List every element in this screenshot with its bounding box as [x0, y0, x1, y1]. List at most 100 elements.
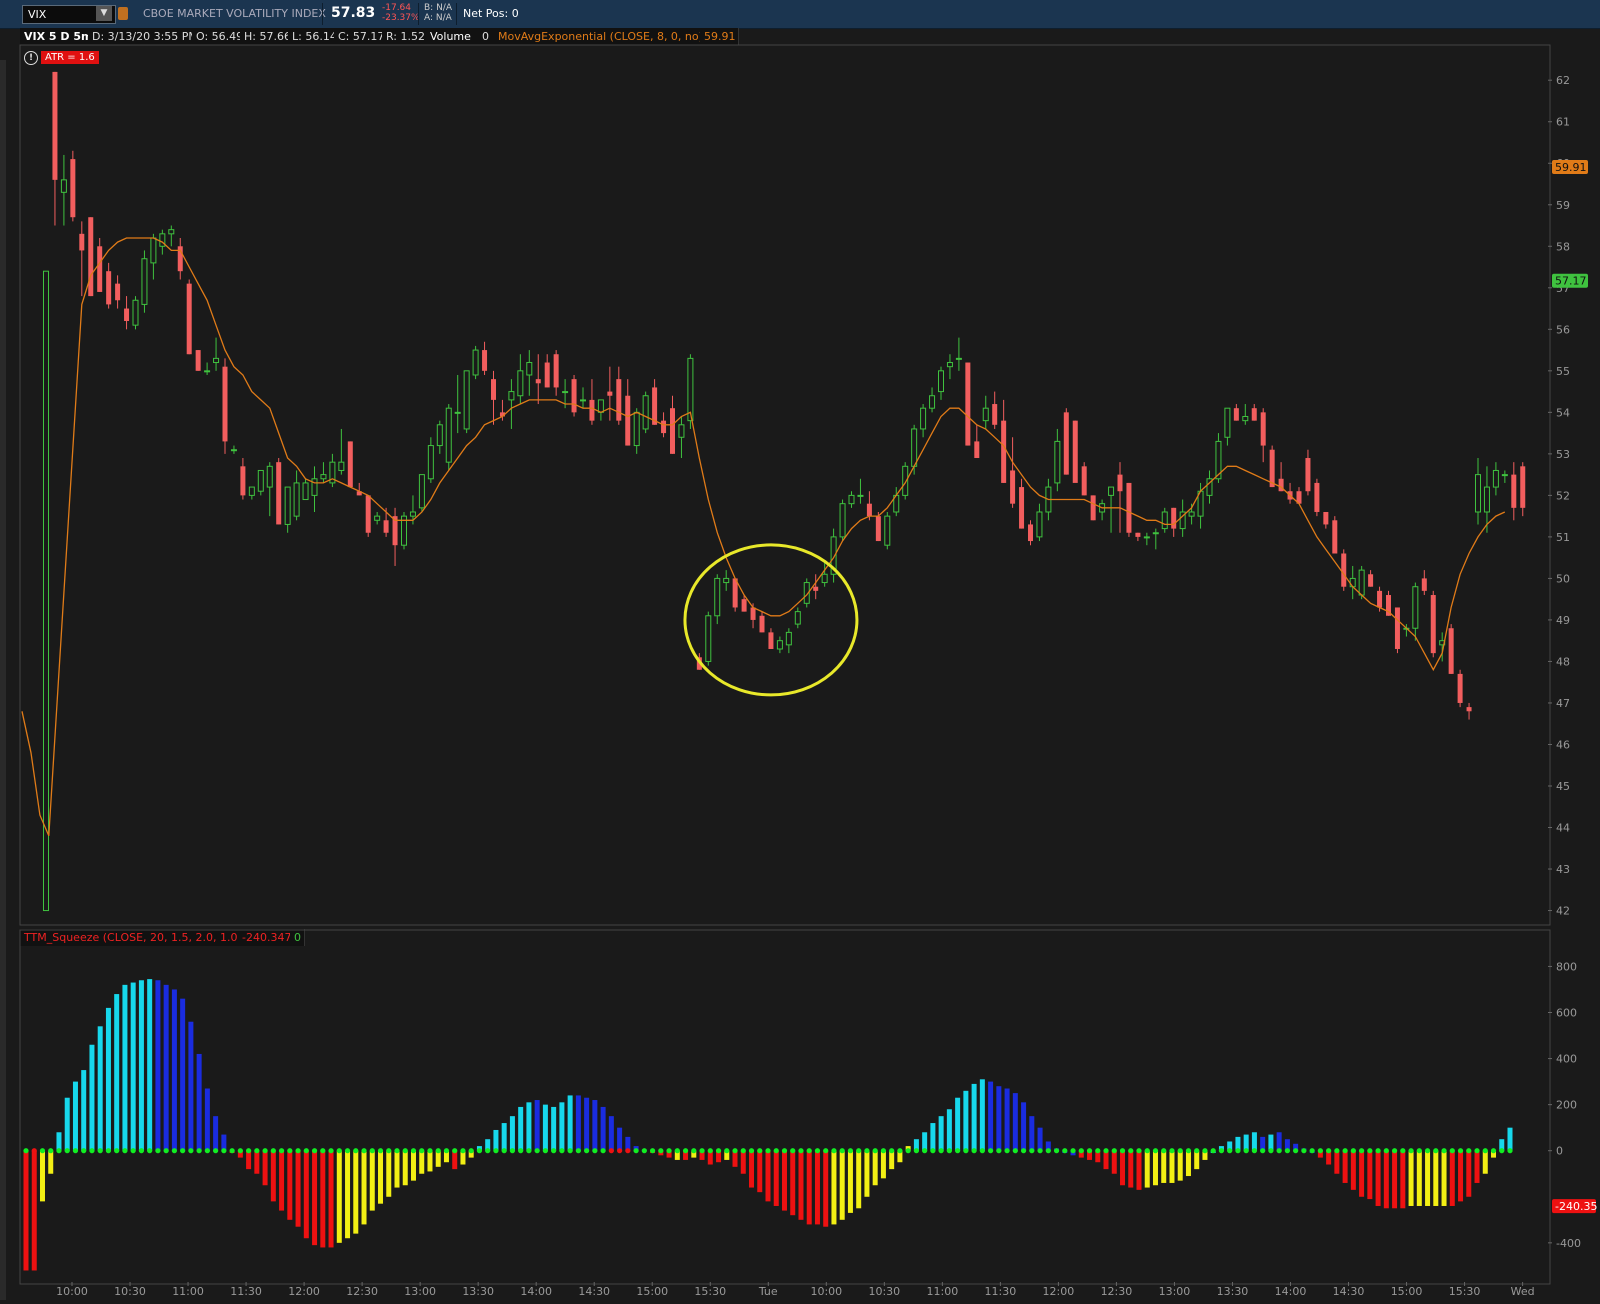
- squeeze-dot: [988, 1148, 994, 1154]
- candle-body: [454, 411, 461, 414]
- ttm-histogram-bar: [938, 1116, 944, 1151]
- squeeze-dot: [1416, 1148, 1422, 1154]
- candle-body: [248, 486, 255, 496]
- candle-body: [857, 494, 864, 497]
- squeeze-dot: [1185, 1148, 1192, 1154]
- ttm-histogram-bar: [1128, 1150, 1134, 1188]
- candle-body: [132, 299, 139, 326]
- ttm-histogram-bar: [971, 1083, 977, 1151]
- squeeze-dot: [518, 1148, 524, 1154]
- squeeze-dot: [501, 1148, 507, 1154]
- squeeze-dot: [344, 1148, 351, 1154]
- squeeze-dot: [48, 1148, 54, 1154]
- candle-body: [1152, 532, 1159, 535]
- x-axis-label: 15:00: [1391, 1285, 1423, 1298]
- candle-body: [1332, 520, 1338, 554]
- ttm-histogram-bar: [806, 1150, 812, 1225]
- squeeze-dot: [790, 1148, 796, 1154]
- candle-body: [848, 494, 855, 505]
- x-axis-label: 12:00: [1043, 1285, 1075, 1298]
- squeeze-dot: [452, 1148, 458, 1154]
- ttm-histogram-bar: [270, 1150, 276, 1202]
- squeeze-dot: [1103, 1148, 1109, 1154]
- candle-body: [776, 640, 783, 650]
- ttm-histogram-bar: [452, 1150, 458, 1170]
- squeeze-dot: [81, 1148, 87, 1154]
- squeeze-dot: [1383, 1148, 1389, 1154]
- ttm-histogram-bar: [1507, 1127, 1513, 1151]
- squeeze-dot: [1029, 1148, 1035, 1154]
- squeeze-dot: [229, 1148, 235, 1154]
- ttm-histogram-bar: [246, 1150, 252, 1170]
- x-axis-label: 15:30: [694, 1285, 726, 1298]
- candle-body: [911, 428, 918, 467]
- x-axis-label: 10:30: [114, 1285, 146, 1298]
- ttm-histogram-bar: [39, 1150, 45, 1202]
- price-ytick-label: 61: [1556, 116, 1570, 129]
- squeeze-dot: [872, 1148, 878, 1154]
- ttm-histogram-bar: [749, 1150, 755, 1188]
- ttm-histogram-bar: [1004, 1088, 1010, 1151]
- squeeze-dot: [1334, 1148, 1340, 1154]
- price-ytick-label: 53: [1556, 448, 1570, 461]
- candle-body: [445, 407, 452, 463]
- squeeze-dot: [1086, 1148, 1093, 1154]
- candle-body: [813, 586, 819, 591]
- x-axis-label: 11:00: [172, 1285, 204, 1298]
- candle-body: [43, 270, 49, 912]
- squeeze-dot: [1433, 1148, 1439, 1154]
- candle-body: [768, 632, 774, 649]
- ttm-histogram-bar: [1251, 1132, 1257, 1151]
- squeeze-dot: [1408, 1148, 1414, 1154]
- ttm-histogram-bar: [1400, 1150, 1406, 1209]
- squeeze-dot: [1210, 1148, 1216, 1154]
- squeeze-dot: [1424, 1148, 1431, 1154]
- price-frame-border: [19, 44, 1551, 926]
- candle-body: [1430, 595, 1436, 654]
- ttm-histogram-bar: [996, 1086, 1002, 1151]
- ttm-histogram-bar: [1449, 1150, 1455, 1206]
- squeeze-dot: [485, 1148, 491, 1154]
- ttm-histogram-bar: [1474, 1150, 1480, 1183]
- squeeze-dot: [163, 1148, 169, 1154]
- ttm-histogram-bar: [188, 1021, 194, 1151]
- squeeze-dot: [542, 1148, 549, 1154]
- squeeze-dot: [1144, 1148, 1150, 1154]
- ttm-histogram-bar: [171, 989, 177, 1151]
- squeeze-dot: [72, 1148, 79, 1154]
- ttm-histogram-bar: [1416, 1150, 1422, 1206]
- candle-body: [1126, 482, 1132, 533]
- ema-line: [21, 237, 1506, 837]
- ttm-histogram-bar: [262, 1150, 268, 1186]
- squeeze-dot: [922, 1148, 928, 1154]
- squeeze-dot: [180, 1148, 186, 1154]
- candle-body: [230, 449, 237, 452]
- candle-body: [168, 229, 175, 235]
- ttm-histogram-bar: [147, 979, 153, 1151]
- squeeze-dot: [748, 1148, 755, 1154]
- ttm-histogram-bar: [831, 1150, 837, 1225]
- candle-body: [427, 445, 434, 480]
- candle-body: [1233, 408, 1239, 421]
- ttm-histogram-bar: [757, 1150, 763, 1193]
- squeeze-dot: [600, 1148, 606, 1154]
- squeeze-dot: [1045, 1148, 1051, 1154]
- candle-body: [365, 495, 371, 533]
- ttm-histogram-bar: [114, 994, 120, 1151]
- ttm-histogram-bar: [287, 1150, 293, 1220]
- squeeze-dot: [551, 1148, 557, 1154]
- squeeze-dot: [559, 1148, 565, 1154]
- squeeze-dot: [196, 1148, 202, 1154]
- candle-body: [526, 362, 533, 376]
- candle-body: [222, 366, 228, 442]
- squeeze-dot: [534, 1148, 540, 1154]
- squeeze-dot: [1391, 1148, 1398, 1154]
- candle-body: [553, 354, 559, 388]
- ttm-histogram-bar: [559, 1102, 565, 1151]
- candle-body: [1501, 474, 1508, 477]
- candle-body: [723, 577, 730, 584]
- squeeze-dot: [930, 1148, 936, 1154]
- squeeze-dot: [905, 1148, 911, 1154]
- ttm-histogram-bar: [369, 1150, 375, 1211]
- squeeze-dot: [377, 1148, 384, 1154]
